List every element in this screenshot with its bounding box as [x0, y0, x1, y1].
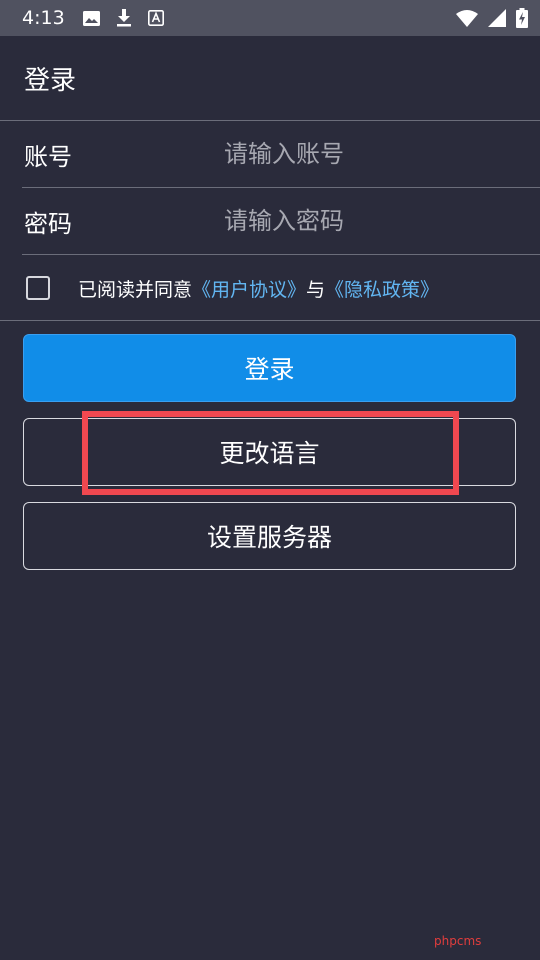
image-icon — [83, 9, 101, 27]
battery-charging-icon — [516, 8, 528, 28]
login-button[interactable]: 登录 — [23, 334, 516, 402]
agreement-divider — [0, 320, 540, 321]
download-icon — [115, 9, 133, 27]
user-agreement-link[interactable]: 《用户协议》 — [192, 279, 306, 301]
watermark: phpcms — [434, 934, 482, 948]
change-language-button[interactable]: 更改语言 — [23, 418, 516, 486]
font-a-icon — [147, 9, 165, 27]
agreement-conjunction: 与 — [306, 278, 326, 301]
agreement-row: 已阅读并同意《用户协议》与《隐私政策》 — [0, 256, 540, 320]
status-icons-right — [456, 0, 528, 36]
status-time: 4:13 — [22, 7, 65, 29]
privacy-policy-link[interactable]: 《隐私政策》 — [325, 279, 439, 301]
account-input[interactable] — [224, 129, 524, 179]
agreement-text: 已阅读并同意《用户协议》与《隐私政策》 — [78, 275, 439, 302]
account-label: 账号 — [24, 142, 72, 171]
password-row: 密码 — [0, 188, 540, 254]
password-label: 密码 — [24, 209, 72, 238]
agreement-checkbox[interactable] — [26, 276, 50, 300]
password-input[interactable] — [224, 196, 524, 246]
server-settings-button[interactable]: 设置服务器 — [23, 502, 516, 570]
app-bar: 登录 — [0, 36, 540, 120]
account-row: 账号 — [0, 121, 540, 187]
agreement-prefix: 已阅读并同意 — [78, 278, 193, 301]
page-title: 登录 — [24, 65, 77, 96]
signal-icon — [488, 9, 506, 27]
status-bar: 4:13 — [0, 0, 540, 36]
status-icons-left — [83, 9, 165, 27]
wifi-icon — [456, 9, 478, 27]
password-divider — [22, 254, 540, 255]
